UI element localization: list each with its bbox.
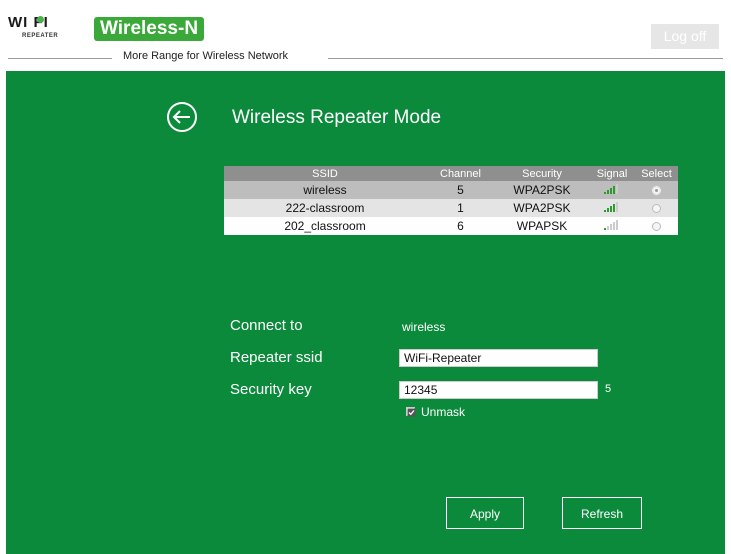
check-icon bbox=[407, 408, 416, 417]
signal-bar bbox=[616, 202, 618, 213]
cell-signal bbox=[589, 217, 635, 235]
cell-security: WPA2PSK bbox=[495, 199, 589, 217]
signal-bar bbox=[616, 184, 618, 195]
signal-bar bbox=[616, 220, 618, 231]
select-radio[interactable] bbox=[652, 186, 661, 196]
cell-ssid: wireless bbox=[224, 181, 426, 199]
signal-bars-icon bbox=[604, 184, 618, 195]
signal-icon bbox=[604, 183, 620, 197]
security-key-label: Security key bbox=[230, 381, 312, 398]
col-channel: Channel bbox=[426, 166, 495, 181]
key-length: 5 bbox=[605, 383, 612, 395]
refresh-button[interactable]: Refresh bbox=[562, 497, 642, 529]
logo-sub: REPEATER bbox=[22, 33, 59, 39]
signal-bar bbox=[613, 204, 615, 213]
page-title: Wireless Repeater Mode bbox=[232, 107, 442, 128]
main-panel: Wireless Repeater Mode SSID Channel Secu… bbox=[6, 71, 725, 554]
network-table: SSID Channel Security Signal Select wire… bbox=[224, 166, 678, 235]
connect-to-value: wireless bbox=[402, 320, 446, 334]
signal-icon bbox=[604, 219, 620, 233]
signal-icon bbox=[604, 201, 620, 215]
logoff-button[interactable]: Log off bbox=[651, 24, 719, 49]
cell-signal bbox=[589, 181, 635, 199]
unmask-checkbox[interactable] bbox=[406, 407, 416, 417]
divider-right bbox=[328, 58, 723, 59]
select-radio[interactable] bbox=[652, 204, 661, 214]
col-security: Security bbox=[495, 166, 589, 181]
logo-word: WI FI bbox=[8, 14, 49, 31]
cell-select bbox=[635, 217, 678, 235]
col-select: Select bbox=[635, 166, 678, 181]
signal-bars-icon bbox=[604, 202, 618, 213]
apply-button[interactable]: Apply bbox=[446, 497, 524, 529]
signal-bar bbox=[604, 210, 606, 213]
signal-bar bbox=[604, 192, 606, 195]
cell-signal bbox=[589, 199, 635, 217]
security-key-input[interactable]: 12345 bbox=[399, 381, 598, 399]
table-row[interactable]: 222-classroom 1 WPA2PSK bbox=[224, 199, 678, 217]
col-ssid: SSID bbox=[224, 166, 426, 181]
cell-ssid: 202_classroom bbox=[224, 217, 426, 235]
brand-badge: Wireless-N bbox=[94, 17, 205, 41]
cell-security: WPA2PSK bbox=[495, 181, 589, 199]
cell-security: WPAPSK bbox=[495, 217, 589, 235]
logo-dot-icon bbox=[37, 16, 44, 23]
select-radio[interactable] bbox=[652, 222, 661, 232]
cell-channel: 5 bbox=[426, 181, 495, 199]
unmask-label: Unmask bbox=[421, 405, 466, 419]
cell-ssid: 222-classroom bbox=[224, 199, 426, 217]
signal-bar bbox=[610, 188, 612, 195]
repeater-ssid-label: Repeater ssid bbox=[230, 349, 323, 366]
signal-bar bbox=[610, 224, 612, 231]
signal-bar bbox=[613, 222, 615, 231]
signal-bar bbox=[613, 186, 615, 195]
signal-bars-icon bbox=[604, 220, 618, 231]
table-header-row: SSID Channel Security Signal Select bbox=[224, 166, 678, 181]
repeater-ssid-input[interactable]: WiFi-Repeater bbox=[399, 349, 598, 367]
header: WI FI REPEATER Wireless-N More Range for… bbox=[0, 0, 731, 70]
signal-bar bbox=[607, 190, 609, 195]
signal-bar bbox=[604, 228, 606, 231]
table-row[interactable]: wireless 5 WPA2PSK bbox=[224, 181, 678, 199]
signal-bar bbox=[610, 206, 612, 213]
back-arrow-icon[interactable] bbox=[166, 101, 198, 133]
cell-select bbox=[635, 199, 678, 217]
signal-bar bbox=[607, 226, 609, 231]
col-signal: Signal bbox=[589, 166, 635, 181]
cell-channel: 1 bbox=[426, 199, 495, 217]
cell-channel: 6 bbox=[426, 217, 495, 235]
divider-left bbox=[8, 58, 112, 59]
signal-bar bbox=[607, 208, 609, 213]
wifi-logo: WI FI REPEATER bbox=[8, 14, 80, 44]
table-row[interactable]: 202_classroom 6 WPAPSK bbox=[224, 217, 678, 235]
connect-to-label: Connect to bbox=[230, 317, 303, 334]
cell-select bbox=[635, 181, 678, 199]
tagline: More Range for Wireless Network bbox=[123, 50, 289, 62]
